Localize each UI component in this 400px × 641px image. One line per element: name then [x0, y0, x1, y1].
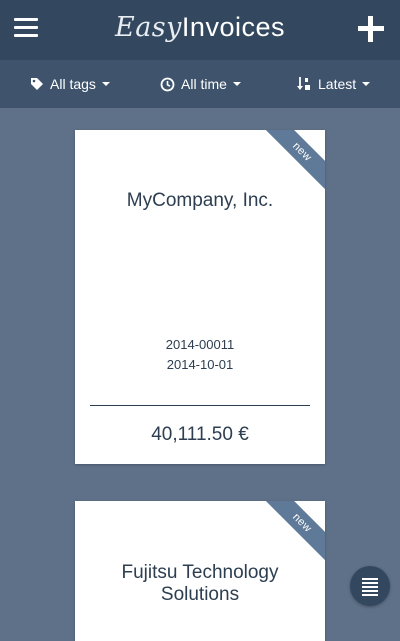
top-navbar: EasyInvoices: [0, 0, 400, 60]
chevron-down-icon: [362, 82, 371, 86]
new-ribbon: new: [259, 501, 325, 566]
new-ribbon: new: [259, 130, 325, 195]
chevron-down-icon: [101, 82, 110, 86]
logo-easy: Easy: [115, 12, 182, 43]
logo-invoices: Invoices: [181, 12, 285, 42]
filter-tags-label: All tags: [50, 76, 96, 92]
invoice-company: Fujitsu Technology Solutions: [121, 562, 279, 605]
sort-icon: [296, 76, 312, 92]
tag-icon: [30, 77, 44, 91]
filter-sort-label: Latest: [318, 76, 357, 92]
filter-bar: All tags All time Latest: [0, 60, 400, 108]
invoice-card[interactable]: new Fujitsu Technology Solutions: [75, 501, 325, 641]
chevron-down-icon: [232, 82, 241, 86]
invoice-amount: 40,111.50 €: [151, 424, 249, 445]
invoice-date: 2014-10-01: [166, 357, 234, 372]
clock-icon: [160, 77, 175, 92]
app-logo[interactable]: EasyInvoices: [0, 12, 400, 43]
invoice-card[interactable]: new MyCompany, Inc. 2014-00011 2014-10-0…: [75, 130, 325, 464]
invoice-divider: [90, 405, 310, 406]
filter-tags-dropdown[interactable]: All tags: [30, 60, 110, 108]
invoice-number: 2014-00011: [165, 337, 235, 352]
list-view-icon[interactable]: [350, 566, 390, 606]
filter-time-label: All time: [181, 76, 227, 92]
invoice-company: MyCompany, Inc.: [126, 190, 274, 211]
plus-icon[interactable]: [358, 16, 384, 42]
filter-time-dropdown[interactable]: All time: [160, 60, 241, 108]
filter-sort-dropdown[interactable]: Latest: [296, 60, 371, 108]
